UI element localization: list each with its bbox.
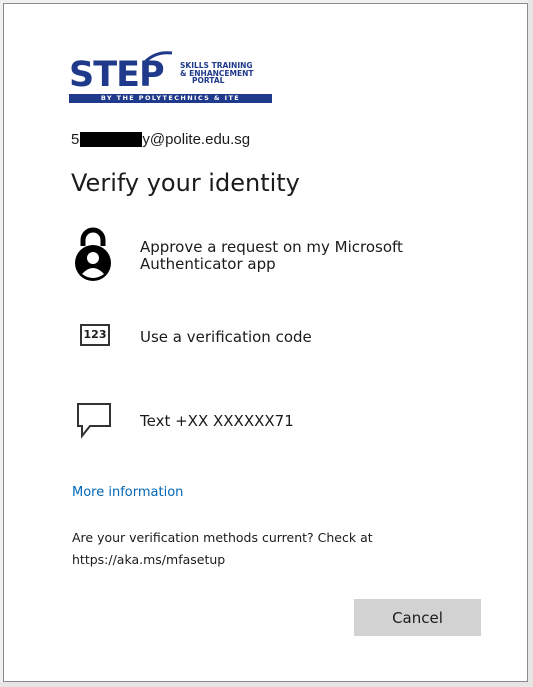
option-authenticator[interactable]: Approve a request on my Microsoft Authen… [64, 226, 464, 286]
option-sms-label: Text +XX XXXXXX71 [140, 412, 294, 430]
page-title: Verify your identity [71, 169, 300, 197]
chat-bubble-icon [77, 403, 111, 439]
more-information-link[interactable]: More information [72, 485, 183, 500]
logo-tagline-line-3: PORTAL [192, 76, 225, 85]
option-authenticator-label: Approve a request on my Microsoft Authen… [140, 238, 403, 273]
redaction-block [80, 132, 143, 147]
option-verification-code[interactable]: 123 Use a verification code [64, 324, 464, 354]
lock-person-icon [75, 227, 111, 281]
logo-swoosh-icon [143, 51, 173, 65]
account-email: 5 y@polite.edu.sg [71, 131, 250, 148]
code-box-icon: 123 [80, 324, 110, 346]
window-edge-right [528, 0, 533, 687]
option-text-message[interactable]: Text +XX XXXXXX71 [64, 402, 464, 442]
verification-notice: Are your verification methods current? C… [72, 530, 373, 567]
sign-in-dialog: STEP SKILLS TRAINING & ENHANCEMENT PORTA… [3, 3, 528, 682]
logo-bar: BY THE POLYTECHNICS & ITE [69, 94, 272, 103]
email-suffix: y@polite.edu.sg [142, 131, 251, 148]
logo-tagline: SKILLS TRAINING & ENHANCEMENT PORTAL [180, 62, 254, 85]
email-prefix: 5 [71, 131, 80, 148]
cancel-button[interactable]: Cancel [354, 599, 481, 636]
step-logo: STEP SKILLS TRAINING & ENHANCEMENT PORTA… [69, 51, 277, 107]
option-code-label: Use a verification code [140, 328, 312, 346]
window-edge-bottom [0, 682, 533, 687]
